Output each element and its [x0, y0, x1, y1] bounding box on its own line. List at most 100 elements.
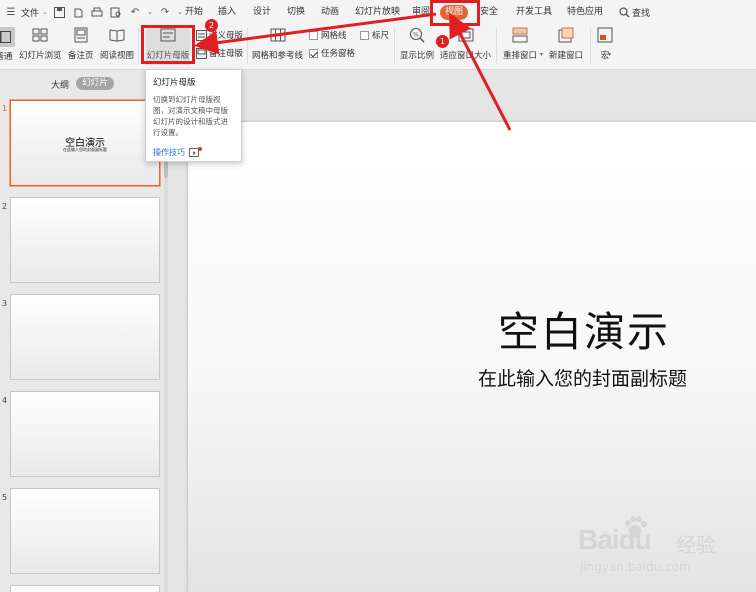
tab-outline[interactable]: 大纲	[51, 78, 69, 91]
divider	[590, 28, 591, 64]
zoom-label: 显示比例	[400, 51, 435, 61]
slide-thumbnail-3[interactable]	[10, 294, 160, 380]
notes-page-label: 备注页	[68, 51, 94, 61]
thumbnail-number: 5	[2, 493, 8, 502]
grid-guides-label: 网格和参考线	[252, 51, 304, 61]
grid-guides-button[interactable]: 网格和参考线	[252, 27, 303, 61]
tab-security[interactable]: 安全	[480, 5, 498, 20]
tab-home[interactable]: 开始	[185, 5, 203, 20]
normal-view-button[interactable]: 普通	[0, 27, 15, 62]
zoom-icon: %	[408, 27, 426, 43]
slide-thumbnail-4[interactable]	[10, 391, 160, 477]
new-window-button[interactable]: 新建窗口	[549, 27, 583, 61]
watermark-url: jingyan.baidu.com	[580, 560, 691, 574]
tab-special[interactable]: 特色应用	[567, 5, 603, 20]
undo-icon[interactable]: ↶	[128, 5, 142, 19]
fit-window-icon	[457, 27, 475, 43]
macro-button[interactable]: 宏	[596, 27, 614, 61]
task-pane-checkbox[interactable]: 任务窗格	[309, 47, 355, 59]
zoom-button[interactable]: % 显示比例	[400, 27, 434, 61]
file-menu-label: 文件	[21, 8, 40, 19]
baidu-watermark: Baidu 经验 jingyan.baidu.com	[578, 512, 738, 582]
chevron-down-icon: ⌄	[42, 8, 48, 16]
arrange-window-button[interactable]: 重排窗口	[503, 27, 537, 61]
find-label: 查找	[632, 8, 651, 19]
slide-thumbnail-2[interactable]	[10, 197, 160, 283]
slide-master-tooltip: 幻灯片母版 切换到幻灯片母版视图，对演示文稿中母版幻灯片的设计和版式进行设置。 …	[145, 69, 242, 162]
slide-thumbnail-5[interactable]	[10, 488, 160, 574]
arrange-window-label: 重排窗口	[503, 51, 538, 61]
notes-master-button[interactable]: 备注母版	[196, 47, 243, 59]
reading-view-icon	[108, 27, 126, 43]
thumbnail-number: 3	[2, 299, 8, 308]
svg-text:%: %	[413, 32, 419, 39]
notes-page-icon	[72, 27, 90, 43]
new-window-icon	[557, 27, 575, 43]
normal-view-icon	[0, 27, 15, 47]
checkbox-checked-icon	[309, 48, 318, 58]
slide-title-placeholder[interactable]: 空白演示	[498, 298, 670, 358]
menu-bar: ☰ 文件 ⌄ ↶ ⌄ ↷ ⌄ 开始 插入 设计 切换 动画 幻灯片放映 审阅 视…	[0, 0, 756, 24]
tooltip-description: 切换到幻灯片母版视图，对演示文稿中母版幻灯片的设计和版式进行设置。	[153, 95, 228, 137]
tab-design[interactable]: 设计	[253, 5, 271, 20]
print-icon[interactable]	[90, 5, 104, 19]
annotation-badge-1: 1	[436, 35, 449, 48]
annotation-badge-2: 2	[205, 19, 218, 32]
more-icon[interactable]: ⌄	[177, 5, 183, 19]
reading-view-label: 阅读视图	[100, 51, 135, 61]
reading-view-button[interactable]: 阅读视图	[100, 27, 134, 61]
notes-master-label: 备注母版	[209, 49, 244, 59]
slide-sorter-button[interactable]: 幻灯片浏览	[19, 27, 62, 61]
chevron-down-icon[interactable]: ▾	[540, 51, 543, 58]
export-icon[interactable]	[71, 5, 85, 19]
tips-link-label: 操作技巧	[153, 148, 185, 157]
tab-review[interactable]: 审阅	[412, 5, 430, 20]
tips-link[interactable]: 操作技巧	[153, 147, 202, 158]
notes-page-button[interactable]: 备注页	[68, 27, 94, 61]
new-window-label: 新建窗口	[549, 51, 584, 61]
find-button[interactable]: 查找	[619, 0, 650, 24]
annotation-highlight-slide-master	[141, 25, 195, 64]
slide-thumbnail-1[interactable]: 空白演示 在此输入您的封面副标题	[10, 100, 160, 186]
slide-sorter-label: 幻灯片浏览	[19, 51, 62, 61]
thumbnail-number: 4	[2, 396, 8, 405]
print-preview-icon[interactable]	[109, 5, 123, 19]
fit-window-label: 适应窗口大小	[440, 51, 492, 61]
arrange-window-icon	[511, 27, 529, 43]
divider	[138, 28, 139, 64]
divider	[394, 28, 395, 64]
video-icon	[189, 148, 199, 157]
ruler-label: 标尺	[372, 31, 390, 41]
tab-transitions[interactable]: 切换	[287, 5, 305, 20]
tab-insert[interactable]: 插入	[218, 5, 236, 20]
normal-view-label: 普通	[0, 52, 13, 62]
slide-subtitle-placeholder[interactable]: 在此输入您的封面副标题	[478, 364, 687, 391]
task-pane-label: 任务窗格	[321, 49, 356, 59]
save-icon[interactable]	[52, 5, 66, 19]
thumbnail-number: 2	[2, 202, 8, 211]
macro-icon	[596, 27, 614, 43]
redo-icon[interactable]: ↷	[158, 5, 172, 19]
thumbnail-number: 1	[2, 104, 8, 113]
gridlines-label: 网格线	[321, 31, 347, 41]
ruler-checkbox[interactable]: 标尺	[360, 29, 389, 41]
view-ribbon: 普通 幻灯片浏览 备注页 阅读视图 幻灯片母版 讲义母版 备注母版	[0, 24, 756, 70]
quick-access-toolbar: ↶ ⌄ ↷ ⌄	[52, 0, 183, 24]
search-icon	[619, 6, 630, 17]
checkbox-icon	[309, 30, 318, 40]
handout-master-icon	[196, 29, 207, 41]
slide-sorter-icon	[31, 27, 49, 43]
tab-developer[interactable]: 开发工具	[516, 5, 552, 20]
gridlines-checkbox[interactable]: 网格线	[309, 29, 347, 41]
tab-animations[interactable]: 动画	[321, 5, 339, 20]
thumbnail-subtitle: 在此输入您的封面副标题	[63, 147, 107, 152]
handout-master-button[interactable]: 讲义母版	[196, 29, 243, 41]
tab-slides[interactable]: 幻灯片	[76, 77, 114, 90]
grid-icon	[269, 27, 287, 43]
file-menu[interactable]: ☰ 文件 ⌄	[4, 0, 48, 24]
slide-thumbnail-6[interactable]	[10, 585, 160, 592]
annotation-highlight-view-tab	[430, 0, 480, 26]
undo-dropdown-icon[interactable]: ⌄	[147, 5, 153, 19]
tab-slideshow[interactable]: 幻灯片放映	[355, 5, 400, 20]
chevron-down-icon[interactable]: ▾	[608, 51, 611, 58]
